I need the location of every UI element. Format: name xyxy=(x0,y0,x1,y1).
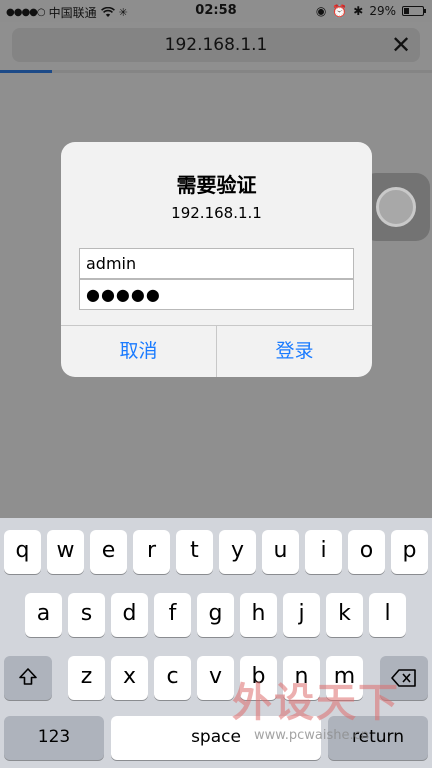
key-t[interactable]: t xyxy=(176,530,213,574)
dialog-message: 192.168.1.1 xyxy=(171,204,262,222)
key-m[interactable]: m xyxy=(326,656,363,700)
key-n[interactable]: n xyxy=(283,656,320,700)
dialog-title: 需要验证 xyxy=(176,173,257,197)
stop-loading-close-icon[interactable]: ✕ xyxy=(386,30,416,60)
shift-icon xyxy=(19,668,37,685)
status-bar: ●●●●○ 中国联通 ✳ 02:58 ◉ ⏰ ✱ 29% xyxy=(0,0,432,22)
key-a[interactable]: a xyxy=(25,593,62,637)
password-field[interactable]: ●●●●● xyxy=(79,279,354,310)
key-s[interactable]: s xyxy=(68,593,105,637)
address-bar[interactable]: 192.168.1.1 ✕ xyxy=(12,28,420,62)
key-b[interactable]: b xyxy=(240,656,277,700)
key-x[interactable]: x xyxy=(111,656,148,700)
key-z[interactable]: z xyxy=(68,656,105,700)
delete-icon xyxy=(391,669,416,687)
rotation-lock-icon: ◉ xyxy=(315,4,327,18)
battery-icon xyxy=(402,6,426,16)
key-k[interactable]: k xyxy=(326,593,363,637)
cancel-button[interactable]: 取消 xyxy=(61,326,216,377)
bluetooth-icon: ✱ xyxy=(353,4,364,18)
key-e[interactable]: e xyxy=(90,530,127,574)
keyboard: q w e r t y u i o p a s d f g h j k l z … xyxy=(0,518,432,768)
key-j[interactable]: j xyxy=(283,593,320,637)
key-o[interactable]: o xyxy=(348,530,385,574)
status-right: ◉ ⏰ ✱ 29% xyxy=(315,4,426,18)
key-c[interactable]: c xyxy=(154,656,191,700)
key-r[interactable]: r xyxy=(133,530,170,574)
assistive-touch-icon xyxy=(376,187,416,227)
key-f[interactable]: f xyxy=(154,593,191,637)
key-v[interactable]: v xyxy=(197,656,234,700)
page-load-progress-bar xyxy=(0,70,432,73)
assistive-touch-button[interactable] xyxy=(362,173,430,241)
alarm-icon: ⏰ xyxy=(332,4,348,18)
key-i[interactable]: i xyxy=(305,530,342,574)
key-p[interactable]: p xyxy=(391,530,428,574)
key-q[interactable]: q xyxy=(4,530,41,574)
key-h[interactable]: h xyxy=(240,593,277,637)
key-w[interactable]: w xyxy=(47,530,84,574)
space-key[interactable]: space xyxy=(111,716,321,760)
page-load-progress-fill xyxy=(0,70,52,73)
key-g[interactable]: g xyxy=(197,593,234,637)
delete-key[interactable] xyxy=(380,656,428,700)
key-d[interactable]: d xyxy=(111,593,148,637)
key-y[interactable]: y xyxy=(219,530,256,574)
key-l[interactable]: l xyxy=(369,593,406,637)
battery-percentage: 29% xyxy=(369,4,396,18)
username-field[interactable]: admin xyxy=(79,248,354,279)
shift-key[interactable] xyxy=(4,656,52,700)
numbers-key[interactable]: 123 xyxy=(4,716,104,760)
key-u[interactable]: u xyxy=(262,530,299,574)
login-button[interactable]: 登录 xyxy=(217,326,372,377)
return-key[interactable]: return xyxy=(328,716,428,760)
authentication-dialog: 需要验证 192.168.1.1 admin ●●●●● 取消 登录 xyxy=(61,142,372,377)
address-url[interactable]: 192.168.1.1 xyxy=(12,35,420,55)
